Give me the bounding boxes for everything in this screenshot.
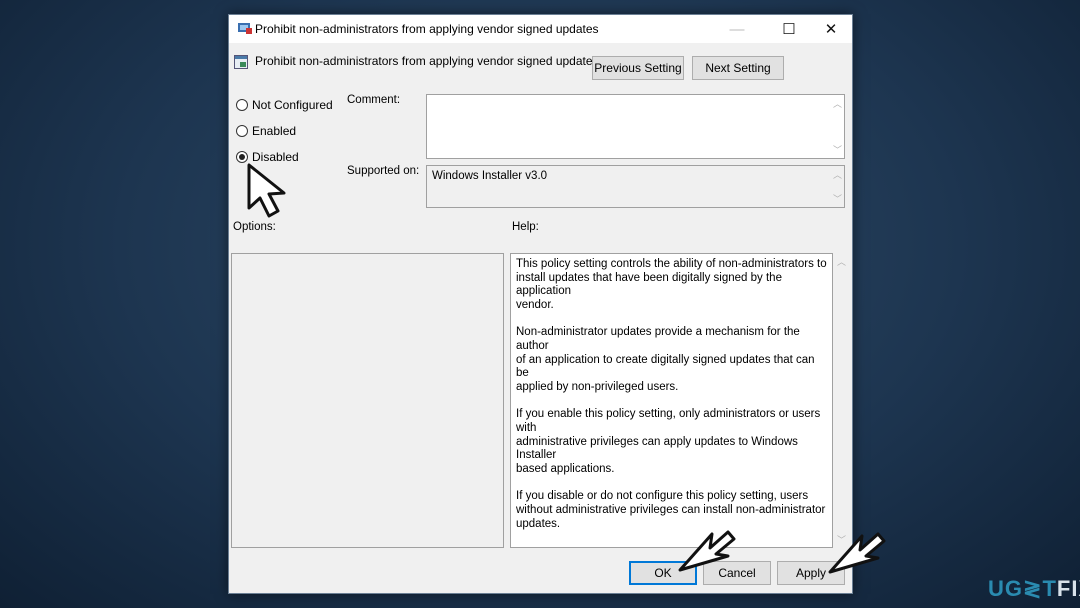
comment-label: Comment: xyxy=(347,94,401,106)
minimize-button[interactable]: — xyxy=(714,15,760,43)
help-line: If you disable or do not configure this … xyxy=(516,490,809,503)
options-label: Options: xyxy=(233,221,276,233)
help-line: Non-administrator updates provide a mech… xyxy=(516,326,800,353)
help-line: install updates that have been digitally… xyxy=(516,271,782,298)
close-button[interactable]: ✕ xyxy=(808,15,854,43)
help-panel: This policy setting controls the ability… xyxy=(510,253,833,548)
help-paragraph: If you enable this policy setting, only … xyxy=(516,408,827,477)
policy-app-icon xyxy=(237,21,253,35)
supported-on-field: Windows Installer v3.0 ︿ ﹀ xyxy=(426,165,845,208)
scroll-up-icon[interactable]: ︿ xyxy=(833,97,842,110)
next-setting-button[interactable]: Next Setting xyxy=(692,56,784,80)
help-line: of an application to create digitally si… xyxy=(516,353,815,380)
help-line: based applications. xyxy=(516,463,615,476)
help-line: vendor. xyxy=(516,299,554,312)
help-scrollbar[interactable]: ︿ ﹀ xyxy=(834,253,848,548)
setting-icon xyxy=(234,55,248,72)
help-paragraph: This policy setting controls the ability… xyxy=(516,258,827,313)
help-line: If you enable this policy setting, only … xyxy=(516,408,821,435)
radio-circle[interactable] xyxy=(236,125,248,137)
help-label: Help: xyxy=(512,221,539,233)
comment-textarea[interactable]: ︿ ﹀ xyxy=(426,94,845,159)
setting-name: Prohibit non-administrators from applyin… xyxy=(255,54,599,68)
title-bar: Prohibit non-administrators from applyin… xyxy=(229,15,852,43)
scroll-up-icon[interactable]: ︿ xyxy=(833,168,842,181)
ugetfix-logo: UG≷TFIX xyxy=(988,576,1080,601)
supported-on-label: Supported on: xyxy=(347,165,420,177)
help-line: administrative privileges can apply upda… xyxy=(516,435,798,462)
help-line: without administrative privileges can in… xyxy=(516,504,826,517)
radio-label: Enabled xyxy=(252,124,297,138)
radio-circle[interactable] xyxy=(236,99,248,111)
scroll-down-icon[interactable]: ﹀ xyxy=(833,192,842,205)
previous-setting-button[interactable]: Previous Setting xyxy=(592,56,684,80)
help-line: applied by non-privileged users. xyxy=(516,381,679,394)
scroll-down-icon[interactable]: ﹀ xyxy=(833,143,842,156)
help-line: This policy setting controls the ability… xyxy=(516,258,827,270)
window-title: Prohibit non-administrators from applyin… xyxy=(255,22,599,36)
radio-label: Not Configured xyxy=(252,98,333,112)
pointer-arrow-icon xyxy=(678,530,736,572)
pointer-arrow-icon xyxy=(247,163,286,218)
scroll-up-icon[interactable]: ︿ xyxy=(837,255,846,268)
supported-on-value: Windows Installer v3.0 xyxy=(432,170,548,182)
radio-not-configured[interactable]: Not Configured xyxy=(236,98,333,112)
policy-dialog: Prohibit non-administrators from applyin… xyxy=(228,14,853,594)
help-paragraph: Non-administrator updates provide a mech… xyxy=(516,326,827,395)
radio-enabled[interactable]: Enabled xyxy=(236,124,296,138)
pointer-arrow-icon xyxy=(828,532,886,574)
maximize-button[interactable]: ☐ xyxy=(766,15,812,43)
options-panel xyxy=(231,253,504,548)
